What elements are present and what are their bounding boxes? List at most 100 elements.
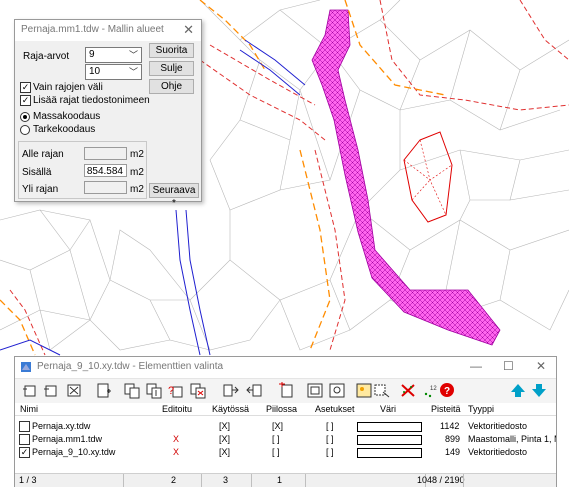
row-settings[interactable]: [ ] (326, 447, 334, 457)
run-button[interactable]: Suorita (149, 43, 194, 58)
next-button[interactable]: Seuraava * (149, 183, 199, 209)
row-edited: X (173, 434, 180, 444)
red-polygon (403, 131, 453, 223)
raja-arvot-label: Raja-arvot (23, 51, 70, 62)
zoom-view-icon[interactable] (328, 382, 346, 399)
image-icon[interactable] (355, 382, 373, 399)
bookmark-add-icon[interactable] (277, 382, 295, 399)
help-button[interactable]: Ohje (149, 79, 194, 94)
mass-coding-radio[interactable] (20, 112, 30, 122)
row-type: Vektoritiedosto (468, 421, 528, 431)
fit-view-icon[interactable] (306, 382, 324, 399)
above-limit-label: Yli rajan (22, 184, 59, 195)
row-points: 899 (445, 434, 461, 444)
query-icon[interactable]: ? (167, 382, 185, 399)
table-row[interactable]: Pernaja.mm1.tdw X [X] [ ] [ ] 899 Maasto… (15, 434, 556, 446)
precision-coding-radio[interactable] (20, 125, 30, 135)
row-enabled[interactable]: [X] (219, 421, 230, 431)
precision-coding-label: Tarkekoodaus (33, 124, 96, 135)
add-limits-checkbox[interactable]: ✓ (20, 95, 31, 106)
row-color-swatch[interactable] (357, 435, 422, 445)
row-checkbox[interactable]: ✓ (19, 447, 30, 458)
help-icon[interactable]: ? (438, 382, 456, 399)
svg-text:?: ? (168, 385, 174, 397)
status-position: 1 / 3 (19, 475, 37, 485)
row-color-swatch[interactable] (357, 422, 422, 432)
arrow-up-icon[interactable] (509, 382, 527, 399)
below-limit-value (84, 147, 127, 160)
add-limits-label: Lisää rajat tiedostonimeen (33, 95, 150, 106)
row-checkbox[interactable] (19, 434, 30, 445)
inside-value: 854.584 (84, 164, 127, 177)
chevron-down-icon: ﹀ (128, 67, 138, 77)
status-edited-count: 2 (171, 475, 177, 485)
row-enabled[interactable]: [X] (219, 447, 230, 457)
status-divider (123, 474, 124, 487)
row-hidden[interactable]: [ ] (272, 447, 280, 457)
row-name: Pernaja.mm1.tdw (32, 434, 103, 444)
status-hidden-count: 1 (277, 475, 283, 485)
add-element-icon[interactable] (21, 382, 39, 399)
close-icon[interactable]: ✕ (536, 359, 546, 373)
status-bar: 1 / 3 2 3 1 1048 / 2190 (15, 473, 556, 487)
shuffle-icon[interactable] (65, 382, 83, 399)
chevron-down-icon: ﹀ (128, 50, 138, 60)
svg-text:12: 12 (430, 386, 437, 392)
status-divider (305, 474, 306, 487)
element-selection-window: Pernaja_9_10.xy.tdw - Elementtien valint… (14, 356, 557, 487)
status-divider (463, 474, 464, 487)
limit-value-2-select[interactable]: 10 ﹀ (85, 64, 142, 80)
header-divider (15, 415, 556, 416)
arrow-down-icon[interactable] (530, 382, 548, 399)
clear-points-icon[interactable] (400, 382, 418, 399)
row-checkbox[interactable] (19, 421, 30, 432)
model-areas-dialog: Pernaja.mm1.tdw - Mallin alueet ✕ Raja-a… (14, 19, 202, 209)
row-name: Pernaja_9_10.xy.tdw (32, 447, 116, 457)
row-points: 149 (445, 447, 461, 457)
limits-only-checkbox[interactable]: ✓ (20, 82, 31, 93)
status-points: 1048 / 2190 (417, 475, 465, 485)
toolbar: ? 12 ? (15, 379, 556, 403)
row-type: Maastomalli, Pinta 1, Maa (468, 434, 556, 444)
window-titlebar[interactable]: Pernaja_9_10.xy.tdw - Elementtien valint… (15, 357, 556, 379)
limit-value-1-select[interactable]: 9 ﹀ (85, 47, 142, 63)
row-hidden[interactable]: [X] (272, 421, 283, 431)
inside-unit: m2 (130, 167, 144, 178)
move-left-icon[interactable] (245, 382, 263, 399)
svg-text:?: ? (444, 386, 450, 397)
remove-element-icon[interactable] (42, 382, 60, 399)
window-title: Pernaja_9_10.xy.tdw - Elementtien valint… (37, 361, 224, 372)
row-type: Vektoritiedosto (468, 447, 528, 457)
row-settings[interactable]: [ ] (326, 421, 334, 431)
table-row[interactable]: Pernaja.xy.tdw [X] [X] [ ] 1142 Vektorit… (15, 421, 556, 433)
row-edited: X (173, 447, 180, 457)
row-hidden[interactable]: [ ] (272, 434, 280, 444)
copy-down-icon[interactable] (145, 382, 163, 399)
row-points: 1142 (440, 421, 460, 431)
dialog-title: Pernaja.mm1.tdw - Mallin alueet (21, 24, 164, 35)
below-limit-label: Alle rajan (22, 149, 64, 160)
delete-copy-icon[interactable] (189, 382, 207, 399)
row-color-swatch[interactable] (357, 448, 422, 458)
row-settings[interactable]: [ ] (326, 434, 334, 444)
close-button[interactable]: Sulje (149, 61, 194, 76)
maximize-icon[interactable]: ☐ (503, 359, 514, 373)
move-right-icon[interactable] (222, 382, 240, 399)
above-limit-unit: m2 (130, 184, 144, 195)
row-name: Pernaja.xy.tdw (32, 421, 91, 431)
mass-coding-label: Massakoodaus (33, 111, 101, 122)
close-icon[interactable]: ✕ (183, 22, 194, 38)
row-enabled[interactable]: [X] (219, 434, 230, 444)
copy-icon[interactable] (123, 382, 141, 399)
layer-select-icon[interactable] (373, 382, 391, 399)
minimize-icon[interactable]: — (470, 359, 482, 373)
status-divider (251, 474, 252, 487)
new-file-icon[interactable] (95, 382, 113, 399)
table-row[interactable]: ✓ Pernaja_9_10.xy.tdw X [X] [ ] [ ] 149 … (15, 447, 556, 459)
app-icon (21, 362, 31, 372)
magenta-area (311, 9, 501, 346)
limits-only-label: Vain rajojen väli (33, 82, 103, 93)
status-enabled-count: 3 (223, 475, 229, 485)
dialog-titlebar[interactable]: Pernaja.mm1.tdw - Mallin alueet ✕ (15, 20, 201, 41)
inside-label: Sisällä (22, 167, 52, 178)
